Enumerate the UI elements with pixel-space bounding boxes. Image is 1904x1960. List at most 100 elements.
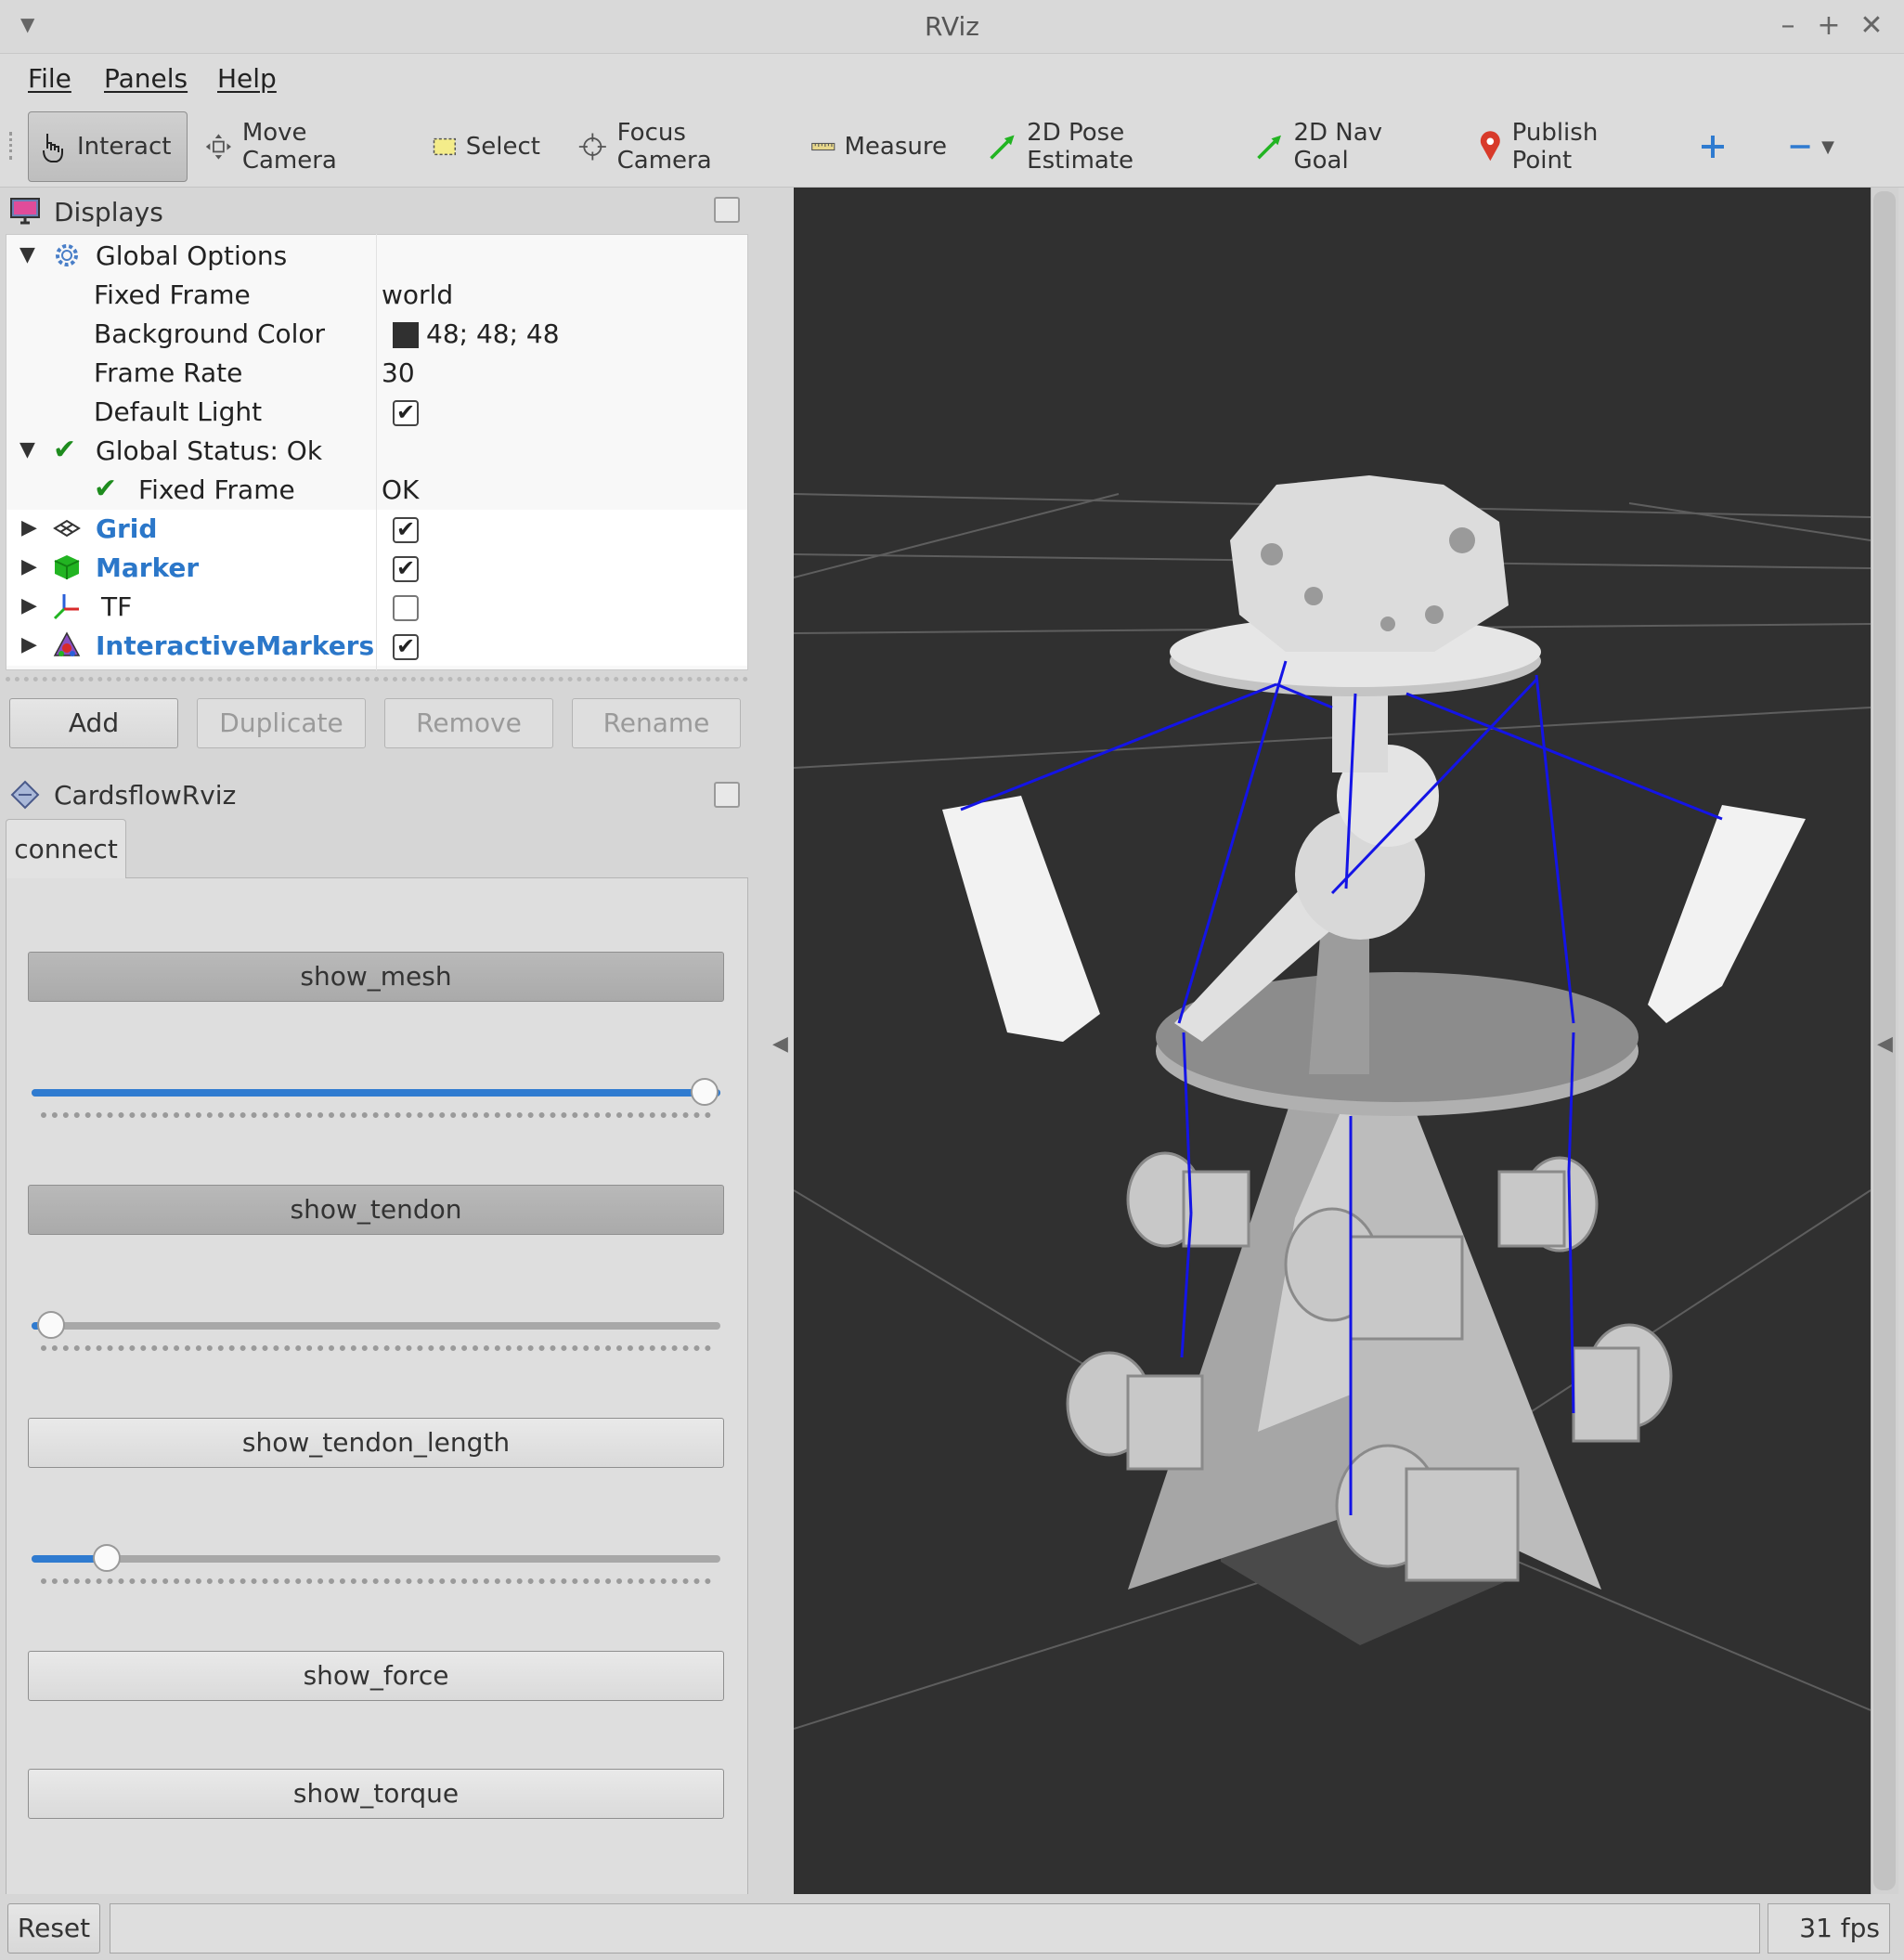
status-message-field bbox=[110, 1903, 1760, 1954]
expand-arrow-icon[interactable]: ▶ bbox=[21, 633, 37, 656]
cardsflow-float-button[interactable] bbox=[714, 782, 740, 808]
tool-focus-camera-label: Focus Camera bbox=[616, 119, 712, 175]
expand-arrow-icon[interactable]: ▼ bbox=[19, 243, 35, 266]
tree-row-interactive-markers[interactable]: ▶ InteractiveMarkers ✔ bbox=[6, 627, 747, 666]
tool-interact[interactable]: Interact bbox=[28, 111, 188, 182]
tool-measure[interactable]: Measure bbox=[804, 111, 954, 182]
expand-arrow-icon[interactable]: ▶ bbox=[21, 555, 37, 578]
rename-display-button[interactable]: Rename bbox=[572, 698, 741, 748]
tendon-slider-ticks bbox=[41, 1342, 711, 1351]
tool-move-camera[interactable]: Move Camera bbox=[197, 111, 401, 182]
frame-rate-label: Frame Rate bbox=[94, 357, 243, 388]
tree-row-frame-rate[interactable]: Frame Rate 30 bbox=[6, 354, 747, 393]
add-display-button[interactable]: Add bbox=[9, 698, 178, 748]
tool-move-camera-label: Move Camera bbox=[241, 119, 337, 175]
tree-row-marker[interactable]: ▶ Marker ✔ bbox=[6, 549, 747, 588]
marker-label: Marker bbox=[96, 552, 200, 583]
grid-label: Grid bbox=[96, 513, 158, 544]
tree-row-fixed-frame[interactable]: Fixed Frame world bbox=[6, 276, 747, 315]
collapse-right-icon[interactable]: ◀ bbox=[1877, 1032, 1893, 1056]
displays-float-button[interactable] bbox=[714, 197, 740, 223]
default-light-label: Default Light bbox=[94, 396, 263, 427]
displays-panel-header: Displays bbox=[6, 189, 748, 234]
chevron-down-icon: ▼ bbox=[1821, 136, 1834, 157]
tool-select[interactable]: Select bbox=[425, 111, 548, 182]
green-cube-icon bbox=[54, 555, 80, 579]
add-tool-button[interactable] bbox=[1691, 111, 1734, 182]
expand-arrow-icon[interactable]: ▶ bbox=[21, 516, 37, 539]
tool-focus-camera[interactable]: Focus Camera bbox=[570, 111, 780, 182]
mesh-slider-fill bbox=[32, 1089, 720, 1097]
frame-rate-value[interactable]: 30 bbox=[382, 354, 415, 393]
menu-file[interactable]: File bbox=[28, 58, 71, 100]
minimize-icon[interactable]: – bbox=[1769, 7, 1807, 45]
tree-row-global-status[interactable]: ▼ ✔ Global Status: Ok bbox=[6, 432, 747, 471]
tool-2d-pose-estimate[interactable]: 2D Pose Estimate bbox=[980, 111, 1224, 182]
panel-splitter-handle[interactable] bbox=[6, 670, 748, 681]
displays-title: Displays bbox=[54, 196, 163, 227]
default-light-checkbox[interactable]: ✔ bbox=[393, 400, 419, 426]
tree-row-global-options[interactable]: ▼ Global Options bbox=[6, 237, 747, 276]
grid-checkbox[interactable]: ✔ bbox=[393, 517, 419, 543]
tool-select-label: Select bbox=[465, 133, 540, 161]
tab-connect[interactable]: connect bbox=[6, 819, 126, 878]
cardsflow-title: CardsflowRviz bbox=[54, 779, 237, 811]
tendon-length-slider-knob[interactable] bbox=[92, 1544, 121, 1572]
render-viewport[interactable] bbox=[794, 188, 1871, 1894]
tool-2d-nav-goal-label: 2D Nav Goal bbox=[1293, 119, 1383, 175]
tree-row-default-light[interactable]: Default Light ✔ bbox=[6, 393, 747, 432]
tree-row-status-fixed-frame[interactable]: ✔ Fixed Frame OK bbox=[6, 471, 747, 510]
ruler-icon bbox=[811, 142, 835, 151]
show-tendon-button[interactable]: show_tendon bbox=[28, 1185, 724, 1235]
expand-arrow-icon[interactable]: ▶ bbox=[21, 594, 37, 617]
duplicate-display-button[interactable]: Duplicate bbox=[197, 698, 366, 748]
tool-interact-label: Interact bbox=[77, 133, 172, 161]
global-options-label: Global Options bbox=[96, 240, 288, 271]
tendon-slider[interactable] bbox=[32, 1322, 720, 1330]
show-force-button[interactable]: show_force bbox=[28, 1651, 724, 1701]
remove-display-button[interactable]: Remove bbox=[384, 698, 553, 748]
background-color-value: 48; 48; 48 bbox=[426, 318, 560, 349]
menu-help[interactable]: Help bbox=[217, 58, 277, 100]
expand-arrow-icon[interactable]: ▼ bbox=[19, 438, 35, 461]
show-torque-button[interactable]: show_torque bbox=[28, 1769, 724, 1819]
fixed-frame-value[interactable]: world bbox=[382, 276, 453, 315]
tool-publish-point[interactable]: Publish Point bbox=[1470, 111, 1665, 182]
select-rectangle-icon bbox=[433, 137, 457, 156]
reset-button[interactable]: Reset bbox=[7, 1903, 100, 1954]
fps-indicator: 31 fps bbox=[1768, 1903, 1890, 1954]
tf-checkbox[interactable] bbox=[393, 595, 419, 621]
show-tendon-length-button[interactable]: show_tendon_length bbox=[28, 1418, 724, 1468]
global-status-label: Global Status: Ok bbox=[96, 435, 323, 466]
displays-tree: ▼ Global Options Fixed Frame world Backg… bbox=[6, 234, 748, 670]
mesh-slider[interactable] bbox=[32, 1089, 720, 1097]
collapse-left-icon[interactable]: ◀ bbox=[772, 1032, 788, 1056]
interactive-markers-checkbox[interactable]: ✔ bbox=[393, 634, 419, 660]
minus-icon bbox=[1790, 145, 1810, 149]
crosshair-icon bbox=[578, 133, 606, 161]
menu-panels[interactable]: Panels bbox=[104, 58, 188, 100]
tree-row-background-color[interactable]: Background Color 48; 48; 48 bbox=[6, 315, 747, 354]
fixed-frame-label: Fixed Frame bbox=[94, 279, 251, 310]
tool-publish-point-label: Publish Point bbox=[1511, 119, 1599, 175]
show-mesh-button[interactable]: show_mesh bbox=[28, 952, 724, 1002]
remove-tool-button[interactable]: ▼ bbox=[1781, 111, 1842, 182]
tendon-length-slider[interactable] bbox=[32, 1555, 720, 1563]
mesh-slider-knob[interactable] bbox=[691, 1078, 719, 1106]
interactive-markers-label: InteractiveMarkers bbox=[96, 630, 375, 661]
wing-right bbox=[1648, 805, 1806, 1023]
tree-row-grid[interactable]: ▶ Grid ✔ bbox=[6, 510, 747, 549]
tab-content bbox=[6, 877, 748, 1897]
tree-row-tf[interactable]: ▶ TF bbox=[6, 588, 747, 627]
tool-2d-nav-goal[interactable]: 2D Nav Goal bbox=[1248, 111, 1433, 182]
green-arrow-icon bbox=[1257, 135, 1281, 160]
map-pin-icon bbox=[1480, 131, 1500, 162]
close-icon[interactable]: ✕ bbox=[1853, 7, 1890, 45]
window-menu-icon[interactable]: ▼ bbox=[20, 13, 34, 35]
maximize-icon[interactable]: + bbox=[1810, 7, 1847, 45]
tool-measure-label: Measure bbox=[844, 133, 948, 161]
marker-checkbox[interactable]: ✔ bbox=[393, 556, 419, 582]
toolbar-grip[interactable] bbox=[9, 132, 17, 160]
background-color-value-cell[interactable]: 48; 48; 48 bbox=[382, 315, 560, 354]
green-arrow-icon bbox=[990, 135, 1015, 160]
